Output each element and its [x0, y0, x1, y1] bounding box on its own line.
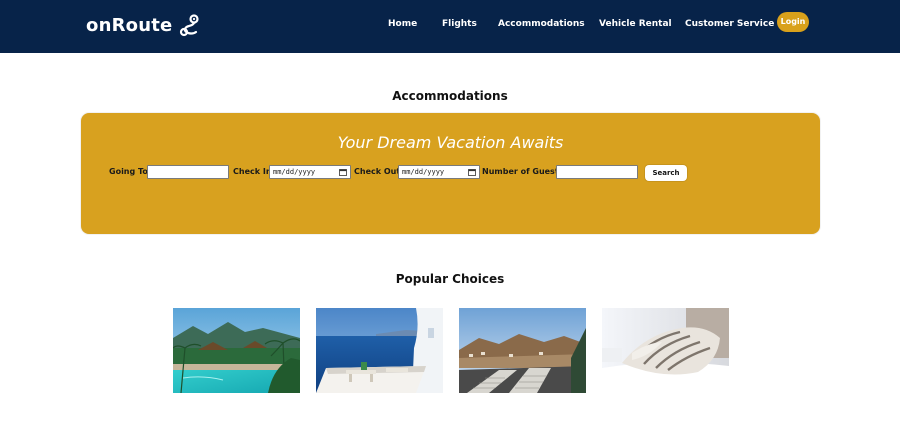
check-in-placeholder: mm/dd/yyyy: [273, 168, 316, 176]
check-in-date-input[interactable]: mm/dd/yyyy: [269, 165, 351, 179]
going-to-input[interactable]: [147, 165, 229, 179]
guests-label: Number of Guests: [482, 167, 564, 176]
mountain-town-lounge-photo[interactable]: [459, 308, 586, 393]
search-tagline: Your Dream Vacation Awaits: [337, 133, 564, 152]
check-in-label: Check In: [233, 167, 272, 176]
calendar-icon[interactable]: [468, 168, 476, 176]
search-button[interactable]: Search: [645, 165, 687, 181]
check-out-placeholder: mm/dd/yyyy: [402, 168, 445, 176]
page-title: Accommodations: [392, 89, 508, 103]
santorini-terrace-photo[interactable]: [316, 308, 443, 393]
accommodation-search-panel: Your Dream Vacation Awaits Going To Chec…: [81, 113, 820, 234]
tropical-resort-photo[interactable]: [173, 308, 300, 393]
top-navbar: onRoute Home Flights Accommodations Vehi…: [0, 0, 900, 53]
nav-home-link[interactable]: Home: [388, 19, 417, 29]
calendar-icon[interactable]: [339, 168, 347, 176]
nav-flights-link[interactable]: Flights: [442, 19, 477, 29]
popular-choices-title: Popular Choices: [395, 272, 505, 286]
guests-input[interactable]: [556, 165, 638, 179]
login-button[interactable]: Login: [777, 12, 809, 32]
nav-customer-service-link[interactable]: Customer Service: [685, 19, 774, 29]
nav-accommodations-link[interactable]: Accommodations: [498, 19, 585, 29]
bed-pillows-photo[interactable]: [602, 308, 729, 393]
check-out-date-input[interactable]: mm/dd/yyyy: [398, 165, 480, 179]
main-nav: Home Flights Accommodations Vehicle Rent…: [0, 19, 900, 35]
check-out-label: Check Out: [354, 167, 401, 176]
nav-vehicle-rental-link[interactable]: Vehicle Rental: [599, 19, 672, 29]
going-to-label: Going To: [109, 167, 148, 176]
